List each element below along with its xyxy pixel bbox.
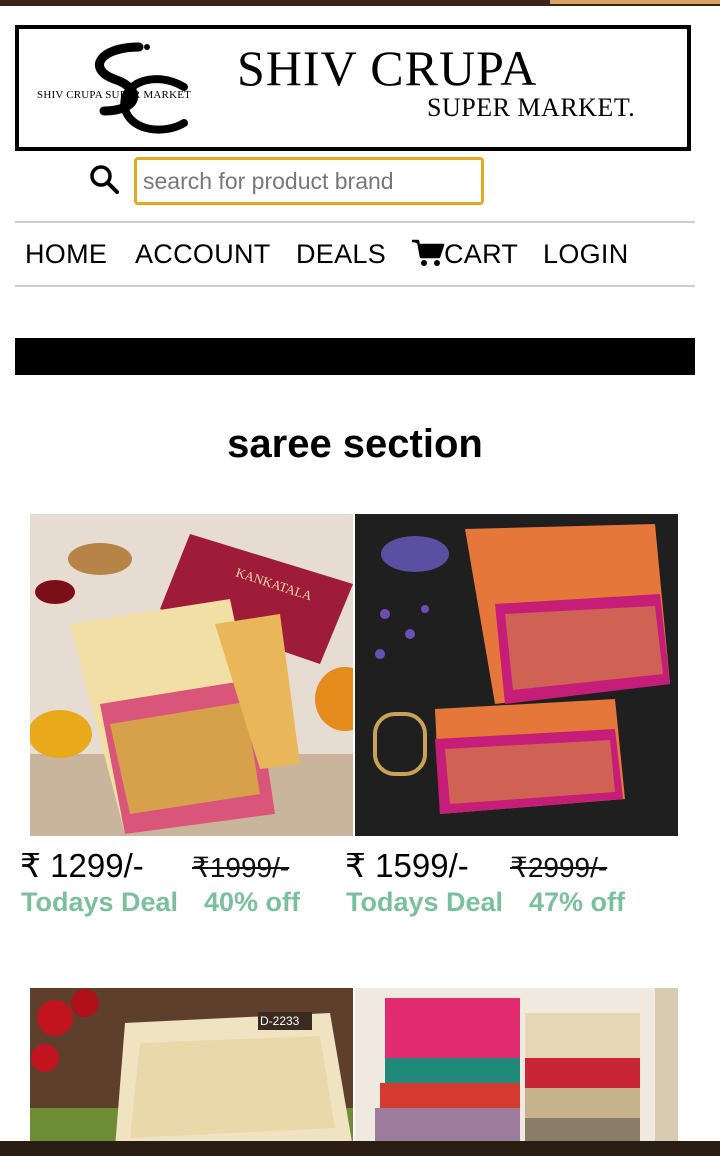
logo-title: SHIV CRUPA: [237, 40, 538, 96]
saree-illustration-2: [355, 514, 678, 836]
nav-deals[interactable]: DEALS: [296, 239, 386, 270]
product-image-3[interactable]: D-2233: [30, 988, 353, 1148]
product-image-4[interactable]: [355, 988, 678, 1148]
nav-cart[interactable]: CART: [444, 239, 518, 270]
bottom-bar: [0, 1141, 720, 1156]
search-input[interactable]: [134, 157, 484, 205]
search-icon[interactable]: [88, 163, 120, 195]
top-bar-accent: [550, 0, 720, 4]
nav-account[interactable]: ACCOUNT: [135, 239, 271, 270]
section-title: saree section: [227, 422, 483, 466]
nav-home[interactable]: HOME: [25, 239, 107, 270]
rupee-icon: ₹: [20, 847, 41, 884]
logo-small-text: SHIV CRUPA SUPER MARKET: [37, 89, 192, 101]
product-code-label: D-2233: [260, 1014, 300, 1028]
store-logo[interactable]: SHIV CRUPA SUPER MARKET SHIV CRUPA SUPER…: [15, 25, 691, 151]
rupee-icon: ₹: [192, 852, 210, 883]
product-old-price-2: ₹2999/-: [510, 851, 607, 884]
price-value: 1299/-: [50, 847, 144, 884]
old-price-value: 1999/-: [209, 852, 290, 883]
product-old-price-1: ₹1999/-: [192, 851, 289, 884]
discount-badge-2: 47% off: [529, 887, 626, 917]
saree-illustration-3: D-2233: [30, 988, 353, 1148]
saree-illustration-1: KANKATALA: [30, 514, 353, 836]
main-nav: HOME ACCOUNT DEALS CART LOGIN: [15, 221, 695, 287]
price-value: 1599/-: [375, 847, 469, 884]
deal-label-2: Todays Deal: [346, 887, 504, 917]
rupee-icon: ₹: [345, 847, 366, 884]
product-image-1[interactable]: KANKATALA: [30, 514, 353, 836]
product-price-2: ₹ 1599/-: [345, 846, 469, 885]
cart-icon[interactable]: [411, 238, 445, 268]
rupee-icon: ₹: [510, 852, 528, 883]
product-image-2[interactable]: [355, 514, 678, 836]
old-price-value: 2999/-: [527, 852, 608, 883]
banner-bar: [15, 338, 695, 375]
product-price-1: ₹ 1299/-: [20, 846, 144, 885]
nav-login[interactable]: LOGIN: [543, 239, 629, 270]
logo-mark-icon: [95, 42, 188, 134]
discount-badge-1: 40% off: [204, 887, 301, 917]
saree-illustration-4: [355, 988, 678, 1148]
logo-subtitle: SUPER MARKET.: [427, 93, 636, 122]
deal-label-1: Todays Deal: [21, 887, 179, 917]
